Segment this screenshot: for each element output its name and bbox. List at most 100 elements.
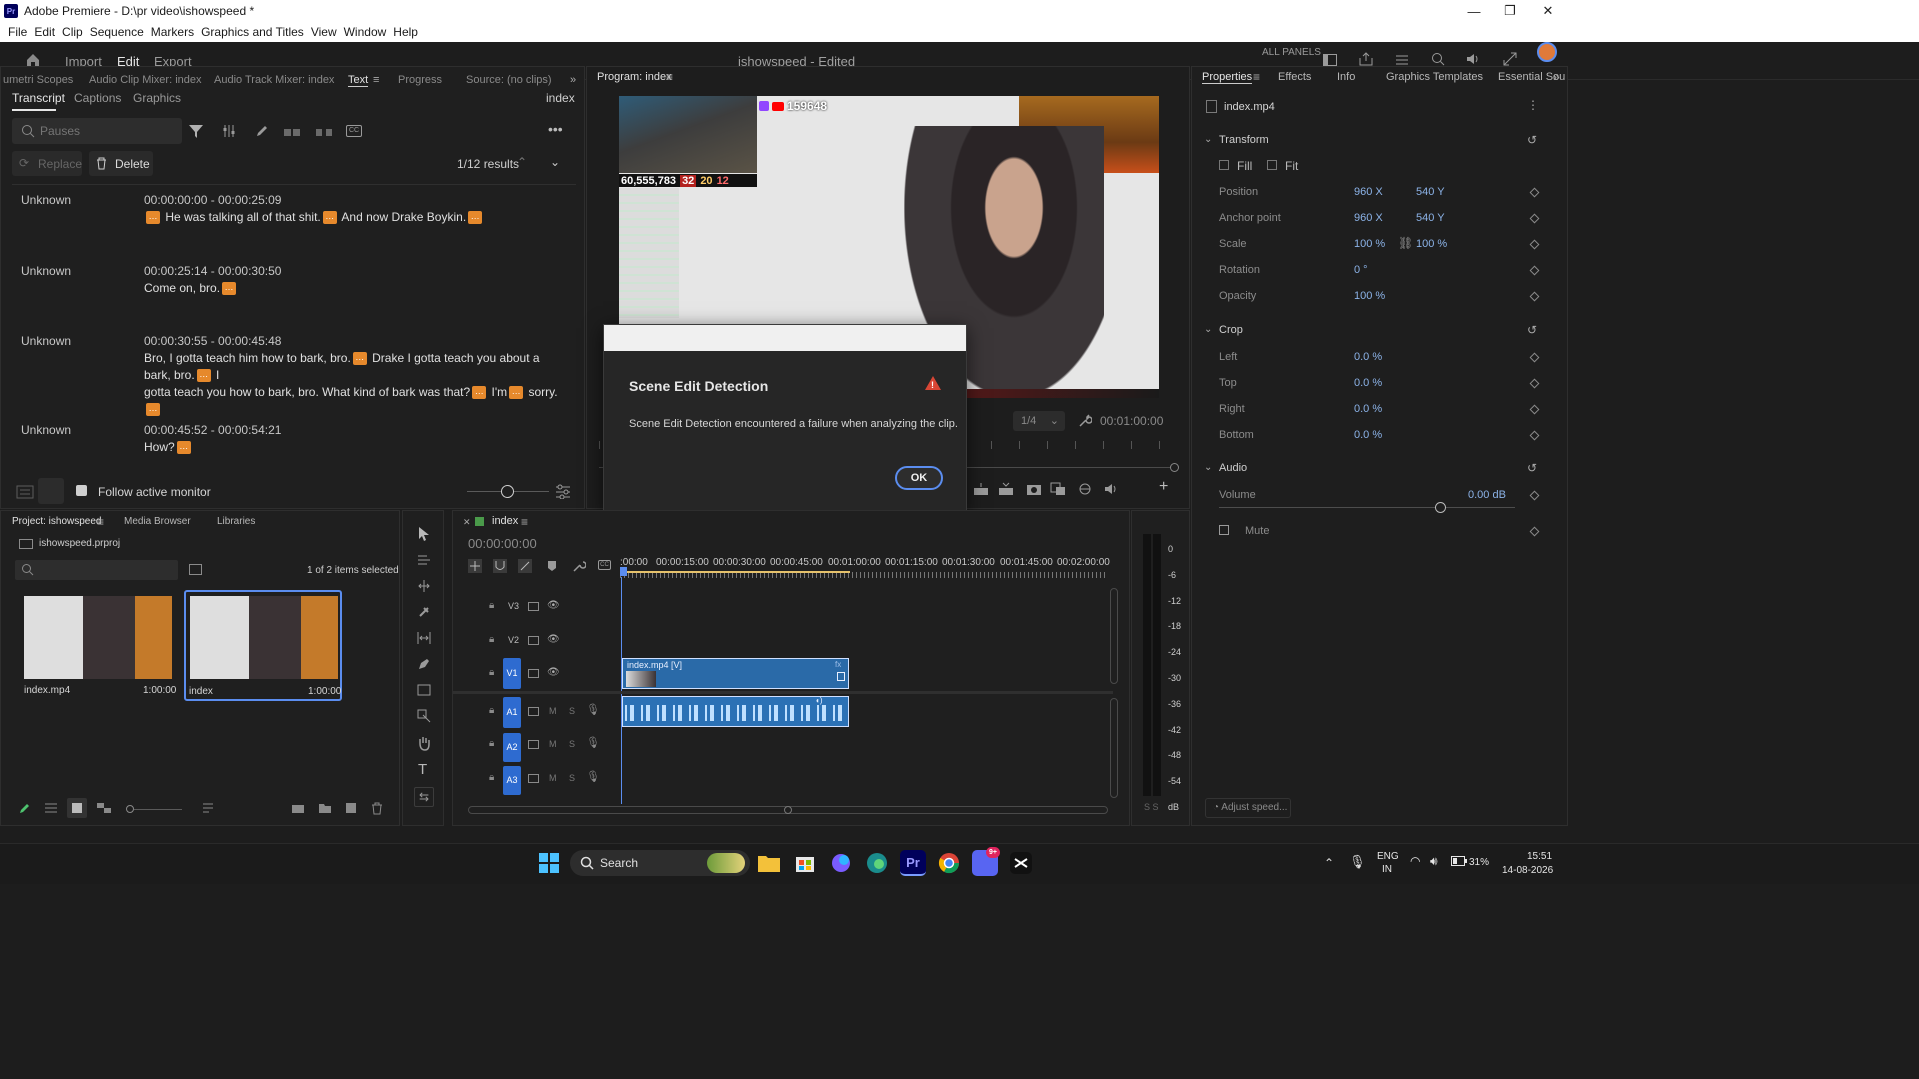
tab-progress[interactable]: Progress [398, 74, 442, 86]
reset-crop-icon[interactable]: ↺ [1527, 323, 1537, 337]
tab-effects[interactable]: Effects [1278, 71, 1311, 83]
microphone-icon[interactable]: 🎙︎ [586, 703, 600, 716]
vr-icon[interactable] [1078, 482, 1092, 496]
project-search-box[interactable] [15, 560, 178, 580]
crop-top-value[interactable]: 0.0 % [1354, 377, 1382, 389]
sync-lock-icon[interactable] [528, 740, 539, 749]
crop-bottom-value[interactable]: 0.0 % [1354, 429, 1382, 441]
speaker-label[interactable]: Unknown [21, 193, 71, 207]
battery-icon[interactable] [1451, 856, 1467, 866]
automate-to-sequence-icon[interactable] [291, 802, 305, 814]
segment-text[interactable]: How?… [144, 439, 564, 456]
meter-solo-buttons[interactable]: S S [1144, 802, 1159, 812]
scale-width[interactable]: 100 % [1354, 238, 1385, 250]
clock-time[interactable]: 15:51 [1527, 851, 1552, 862]
keyframe-diamond-icon[interactable] [1529, 526, 1540, 537]
pencil-icon[interactable] [19, 802, 31, 814]
rotation-value[interactable]: 0 ° [1354, 264, 1368, 276]
list-view-icon[interactable] [44, 802, 58, 814]
lock-icon[interactable]: 🔒︎ [489, 634, 494, 645]
segment-text[interactable]: Come on, bro.… [144, 280, 564, 297]
work-area-bar[interactable] [622, 571, 850, 573]
track-label-v1[interactable]: V1 [503, 658, 521, 689]
menu-markers[interactable]: Markers [151, 25, 201, 39]
new-folder-icon[interactable] [318, 802, 332, 814]
hand-tool-icon[interactable] [417, 735, 431, 751]
razor-tool-icon[interactable] [417, 605, 431, 619]
link-icon[interactable]: ⛓ [1398, 236, 1413, 250]
crop-section-title[interactable]: Crop [1219, 324, 1243, 336]
chevron-down-icon[interactable]: ⌄ [1204, 462, 1212, 473]
copilot-icon[interactable] [828, 850, 854, 876]
mute-track-button[interactable]: M [549, 739, 557, 749]
wrench-icon[interactable] [1078, 414, 1092, 428]
project-menu-icon[interactable]: ≡ [97, 515, 104, 529]
pause-badge[interactable]: … [146, 403, 160, 417]
dialog-title-bar[interactable] [604, 325, 966, 351]
sequence-menu-icon[interactable]: ≡ [521, 515, 528, 529]
program-menu-icon[interactable]: ≡ [666, 70, 673, 84]
keyframe-diamond-icon[interactable] [1529, 187, 1540, 198]
anchor-y[interactable]: 540 Y [1416, 212, 1445, 224]
scrollbar-handle[interactable] [784, 806, 792, 814]
track-select-tool-icon[interactable] [417, 553, 431, 567]
pause-badge[interactable]: … [352, 352, 367, 366]
menu-edit[interactable]: Edit [34, 25, 62, 39]
timeline-settings-icon[interactable] [572, 559, 586, 573]
close-button[interactable]: ✕ [1525, 0, 1571, 22]
opacity-value[interactable]: 100 % [1354, 290, 1385, 302]
merge-segments-icon[interactable] [283, 124, 301, 138]
camera-icon[interactable] [1026, 482, 1042, 496]
tab-lumetri-scopes[interactable]: umetri Scopes [3, 74, 73, 86]
mute-track-button[interactable]: M [549, 706, 557, 716]
add-marker-icon[interactable] [547, 560, 557, 572]
transform-section-title[interactable]: Transform [1219, 134, 1269, 146]
audio-tracks-scrollbar[interactable] [1110, 698, 1118, 798]
microphone-icon[interactable]: 🎙︎ [586, 770, 600, 783]
solo-track-button[interactable]: S [569, 739, 575, 749]
snap-icon[interactable] [492, 558, 508, 574]
user-avatar[interactable] [1537, 42, 1557, 62]
solo-track-button[interactable]: S [569, 773, 575, 783]
sequence-tab[interactable]: index [492, 515, 518, 527]
segment-text[interactable]: Bro, I gotta teach him how to bark, bro.… [144, 350, 564, 418]
keyframe-diamond-icon[interactable] [1529, 291, 1540, 302]
new-bin-icon[interactable] [189, 564, 203, 576]
clip-thumbnail[interactable] [24, 596, 172, 679]
adjust-speed-button[interactable]: ◔ Adjust speed... [1205, 798, 1291, 818]
keyframe-diamond-icon[interactable] [1529, 430, 1540, 441]
pen-tool-icon[interactable] [417, 657, 431, 671]
speaker-label[interactable]: Unknown [21, 423, 71, 437]
add-button-icon[interactable]: + [1159, 478, 1168, 496]
playhead-timecode[interactable]: 00:00:00:00 [468, 536, 537, 551]
text-tab-menu-icon[interactable]: ≡ [373, 74, 379, 86]
audio-clip[interactable]: ◖) [622, 696, 849, 727]
panel-overflow-icon[interactable]: » [570, 74, 576, 86]
video-audio-divider[interactable] [453, 691, 1113, 694]
tab-properties[interactable]: Properties [1202, 71, 1253, 84]
lock-icon[interactable]: 🔒︎ [489, 600, 494, 611]
search-input[interactable] [40, 122, 175, 140]
track-label-a1[interactable]: A1 [503, 697, 521, 728]
chrome-icon[interactable] [936, 850, 962, 876]
track-label-v2[interactable]: V2 [508, 635, 519, 645]
tab-audio-track-mixer[interactable]: Audio Track Mixer: index [214, 74, 334, 86]
tab-info[interactable]: Info [1337, 71, 1355, 83]
properties-menu-icon[interactable]: ≡ [1253, 70, 1260, 84]
track-label-a3[interactable]: A3 [503, 766, 521, 795]
next-result-icon[interactable]: ⌄ [550, 155, 560, 169]
pause-badge[interactable]: … [176, 441, 191, 455]
tab-graphics-templates[interactable]: Graphics Templates [1386, 71, 1483, 83]
project-item-selected[interactable]: index 1:00:00 [184, 590, 342, 701]
position-y[interactable]: 540 Y [1416, 186, 1445, 198]
trash-icon[interactable] [371, 802, 383, 815]
mute-track-button[interactable]: M [549, 773, 557, 783]
pencil-icon[interactable] [255, 124, 269, 138]
show-hidden-icons[interactable]: ⌃ [1324, 856, 1334, 870]
language-indicator[interactable]: ENG [1377, 851, 1399, 862]
lock-icon[interactable]: 🔒︎ [489, 772, 494, 783]
zoom-select[interactable]: 1/4 ⌄ [1013, 411, 1065, 431]
filter-icon[interactable] [188, 123, 204, 139]
chevron-down-icon[interactable]: ⌄ [1204, 134, 1212, 145]
volume-slider-handle[interactable] [1435, 502, 1446, 513]
